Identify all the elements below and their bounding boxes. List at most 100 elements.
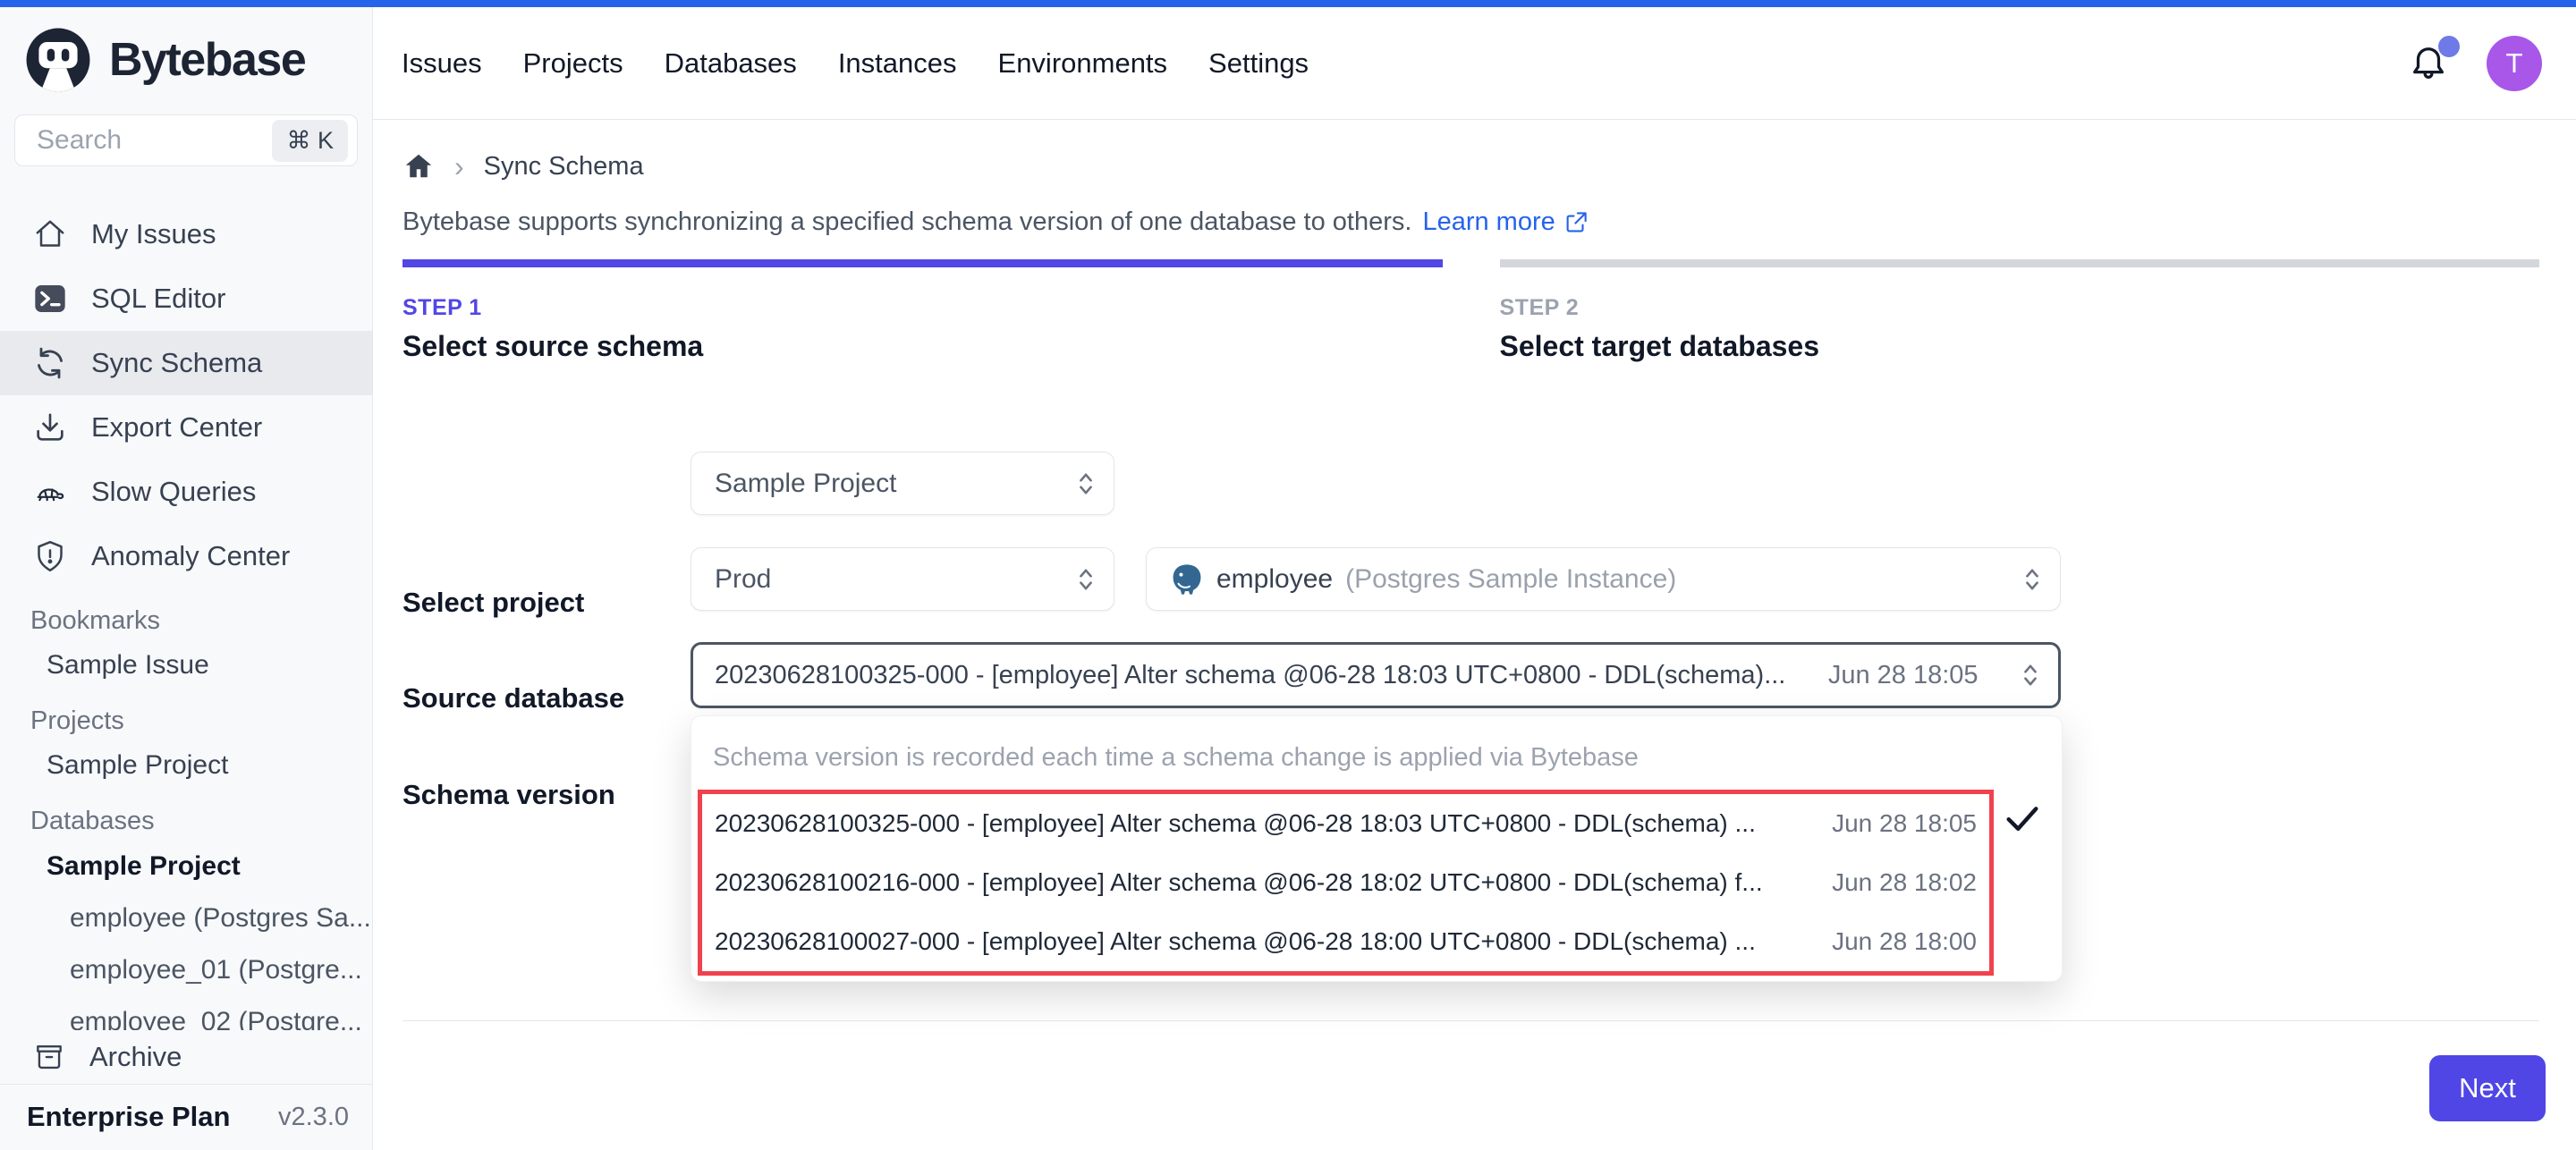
page-description: Bytebase supports synchronizing a specif… [402,207,1589,237]
sidebar-item-sql-editor[interactable]: SQL Editor [0,266,372,331]
schema-version-select[interactable]: 20230628100325-000 - [employee] Alter sc… [691,642,2061,708]
sidebar-item-label: My Issues [91,218,216,250]
sidebar: Bytebase ⌘ K My Issues SQL Editor [0,7,373,1150]
avatar[interactable]: T [2487,36,2542,91]
project-select-value: Sample Project [715,469,896,499]
breadcrumb-current: Sync Schema [484,152,644,182]
sidebar-item-label: Sync Schema [91,347,262,379]
home-icon [32,216,68,252]
step1-title: Select source schema [402,330,1443,363]
bookmark-item-sample-issue[interactable]: Sample Issue [0,640,372,690]
database-select-value: employee [1216,564,1333,595]
bottom-divider [402,1020,2539,1021]
nav-item-issues[interactable]: Issues [402,47,482,80]
step2-label: STEP 2 [1500,295,2540,321]
learn-more-link[interactable]: Learn more [1422,207,1589,237]
notification-badge [2438,36,2460,57]
step2-title: Select target databases [1500,330,2540,363]
schema-version-time: Jun 28 18:05 [1810,661,1995,690]
sidebar-menu: My Issues SQL Editor Sync Schema [0,202,372,588]
brand-logo[interactable]: Bytebase [0,7,372,97]
notifications-button[interactable] [2408,43,2449,84]
option-time: Jun 28 18:05 [1810,809,1977,838]
top-navigation: Issues Projects Databases Instances Envi… [373,7,2576,120]
step2-block: STEP 2 Select target databases [1500,295,2540,363]
section-title-bookmarks: Bookmarks [0,601,372,640]
chevron-up-down-icon [2019,660,2042,690]
download-icon [32,410,68,445]
sidebar-item-label: Anomaly Center [91,540,290,572]
step-progress-bar [402,259,2539,267]
database-item-employee[interactable]: employee (Postgres Sa... [0,892,372,944]
breadcrumb-chevron-icon: › [454,150,464,183]
database-select[interactable]: employee (Postgres Sample Instance) [1146,547,2061,611]
search-input[interactable] [35,124,241,156]
sidebar-item-export-center[interactable]: Export Center [0,395,372,460]
steps-row: STEP 1 Select source schema STEP 2 Selec… [402,295,2539,363]
step1-label: STEP 1 [402,295,1443,321]
dropdown-options-highlight-box: 20230628100325-000 - [employee] Alter sc… [698,790,1994,976]
environment-select[interactable]: Prod [691,547,1114,611]
database-item-employee-01[interactable]: employee_01 (Postgre... [0,944,372,996]
next-button[interactable]: Next [2429,1055,2546,1121]
section-title-databases: Databases [0,801,372,841]
option-text: 20230628100027-000 - [employee] Alter sc… [715,927,1756,956]
topnav-right: T [2408,36,2542,91]
nav-item-settings[interactable]: Settings [1208,47,1309,80]
sync-icon [32,345,68,381]
terminal-icon [32,281,68,317]
turtle-icon [32,474,68,510]
select-project-label: Select project [402,587,584,619]
option-time: Jun 28 18:02 [1810,868,1977,897]
app-shell: Bytebase ⌘ K My Issues SQL Editor [0,7,2576,1150]
nav-item-instances[interactable]: Instances [838,47,957,80]
option-text: 20230628100325-000 - [employee] Alter sc… [715,809,1756,838]
nav-item-projects[interactable]: Projects [523,47,623,80]
sidebar-item-my-issues[interactable]: My Issues [0,202,372,266]
chevron-up-down-icon [1074,564,1097,595]
description-text: Bytebase supports synchronizing a specif… [402,207,1411,237]
top-accent-strip [0,0,2576,7]
plan-row: Enterprise Plan v2.3.0 [0,1084,372,1149]
plan-name: Enterprise Plan [27,1101,230,1133]
project-item-sample-project[interactable]: Sample Project [0,740,372,791]
environment-select-value: Prod [715,564,771,595]
selected-check-icon [2004,800,2040,836]
schema-version-option-3[interactable]: 20230628100027-000 - [employee] Alter sc… [702,912,1989,971]
project-select[interactable]: Sample Project [691,452,1114,515]
sidebar-item-slow-queries[interactable]: Slow Queries [0,460,372,524]
nav-links: Issues Projects Databases Instances Envi… [402,47,1309,80]
database-select-instance: (Postgres Sample Instance) [1345,564,1676,595]
database-project-sample-project[interactable]: Sample Project [0,841,372,892]
progress-step2-segment [1500,259,2540,267]
schema-version-value: 20230628100325-000 - [employee] Alter sc… [715,661,1785,690]
schema-version-dropdown: Schema version is recorded each time a s… [691,715,2063,982]
main-area: Issues Projects Databases Instances Envi… [373,7,2576,1150]
dropdown-note: Schema version is recorded each time a s… [691,716,2062,773]
search-box[interactable]: ⌘ K [14,114,358,166]
breadcrumb: › Sync Schema [402,150,644,183]
brand-name: Bytebase [109,33,305,87]
breadcrumb-home-button[interactable] [402,151,435,183]
sidebar-bottom: Archive Enterprise Plan v2.3.0 [0,1030,372,1150]
avatar-letter: T [2506,47,2523,80]
sidebar-item-anomaly-center[interactable]: Anomaly Center [0,524,372,588]
option-text: 20230628100216-000 - [employee] Alter sc… [715,868,1763,897]
search-shortcut-badge: ⌘ K [272,120,348,162]
sidebar-item-label: Slow Queries [91,476,256,508]
bytebase-logo-icon [25,27,91,93]
sidebar-item-sync-schema[interactable]: Sync Schema [0,331,372,395]
sidebar-item-label: Export Center [91,411,262,444]
option-time: Jun 28 18:00 [1810,927,1977,956]
schema-version-option-2[interactable]: 20230628100216-000 - [employee] Alter sc… [702,853,1989,912]
nav-item-databases[interactable]: Databases [665,47,797,80]
step1-block: STEP 1 Select source schema [402,295,1443,363]
external-link-icon [1563,209,1589,236]
nav-item-environments[interactable]: Environments [998,47,1168,80]
shield-exclamation-icon [32,538,68,574]
archive-label: Archive [89,1041,182,1073]
progress-step1-segment [402,259,1443,267]
chevron-up-down-icon [2021,564,2044,595]
sidebar-item-archive[interactable]: Archive [0,1030,372,1084]
schema-version-option-1[interactable]: 20230628100325-000 - [employee] Alter sc… [702,794,1989,853]
